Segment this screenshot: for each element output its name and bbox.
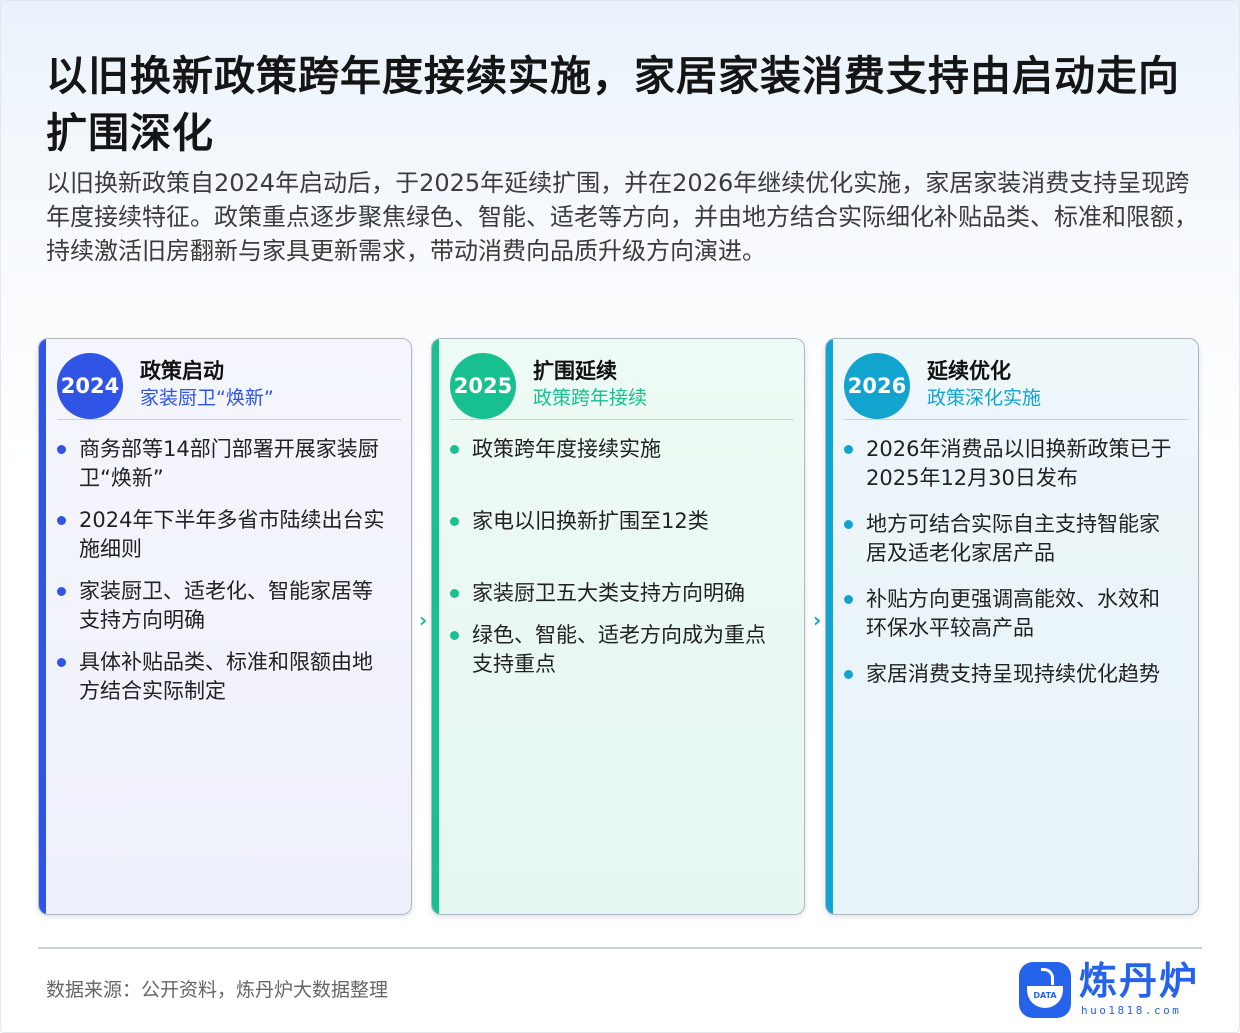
card-subtitle: 政策跨年接续 <box>533 387 648 409</box>
list-item-text: 商务部等14部门部署开展家装厨卫“焕新” <box>79 437 379 490</box>
list-item-text: 绿色、智能、适老方向成为重点支持重点 <box>472 623 766 676</box>
card-item-list: 商务部等14部门部署开展家装厨卫“焕新” 2024年下半年多省市陆续出台实施细则… <box>57 435 387 706</box>
card-subtitle: 家装厨卫“焕新” <box>140 387 274 409</box>
steam-icon <box>1041 968 1054 985</box>
bullet-dot-icon <box>57 445 66 454</box>
list-item-text: 补贴方向更强调高能效、水效和环保水平较高产品 <box>866 587 1160 640</box>
page-title: 以旧换新政策跨年度接续实施，家居家装消费支持由启动走向扩围深化 <box>46 52 1180 157</box>
card-header: 2026 延续优化 政策深化实施 <box>844 353 1188 420</box>
year-badge: 2025 <box>450 353 516 419</box>
bullet-dot-icon <box>844 445 853 454</box>
timeline-card-2025: 2025 扩围延续 政策跨年接续 政策跨年度接续实施 家电以旧换新扩围至12类 … <box>431 338 805 915</box>
chevron-right-icon: › <box>813 608 822 632</box>
logo-name: 炼丹炉 <box>1079 959 1200 1003</box>
card-header: 2025 扩围延续 政策跨年接续 <box>450 353 794 420</box>
card-item-list: 政策跨年度接续实施 家电以旧换新扩围至12类 家装厨卫五大类支持方向明确 绿色、… <box>450 435 780 679</box>
chevron-right-icon: › <box>419 608 428 632</box>
list-item: 2026年消费品以旧换新政策已于2025年12月30日发布 <box>844 435 1174 493</box>
timeline-card-2026: 2026 延续优化 政策深化实施 2026年消费品以旧换新政策已于2025年12… <box>825 338 1199 915</box>
bullet-dot-icon <box>450 631 459 640</box>
list-item-text: 家电以旧换新扩围至12类 <box>472 509 709 533</box>
list-item: 绿色、智能、适老方向成为重点支持重点 <box>450 621 780 679</box>
bullet-dot-icon <box>57 658 66 667</box>
source-note: 数据来源：公开资料，炼丹炉大数据整理 <box>46 979 389 1001</box>
card-header: 2024 政策启动 家装厨卫“焕新” <box>57 353 401 420</box>
list-item: 家居消费支持呈现持续优化趋势 <box>844 660 1174 689</box>
card-accent-bar <box>826 339 833 914</box>
list-item: 家电以旧换新扩围至12类 <box>450 507 780 536</box>
bullet-dot-icon <box>450 517 459 526</box>
list-item-text: 具体补贴品类、标准和限额由地方结合实际制定 <box>79 650 373 703</box>
list-item: 补贴方向更强调高能效、水效和环保水平较高产品 <box>844 585 1174 643</box>
brand-logo: DATA 炼丹炉 huo1818.com <box>1019 959 1209 1022</box>
timeline-card-2024: 2024 政策启动 家装厨卫“焕新” 商务部等14部门部署开展家装厨卫“焕新” … <box>38 338 412 915</box>
logo-badge: DATA <box>1027 986 1063 1008</box>
list-item-text: 家装厨卫、适老化、智能家居等支持方向明确 <box>79 579 373 632</box>
list-item: 家装厨卫五大类支持方向明确 <box>450 579 780 608</box>
card-accent-bar <box>432 339 439 914</box>
list-item: 政策跨年度接续实施 <box>450 435 780 464</box>
bullet-dot-icon <box>57 587 66 596</box>
bullet-dot-icon <box>450 445 459 454</box>
card-subtitle: 政策深化实施 <box>927 387 1042 409</box>
card-item-list: 2026年消费品以旧换新政策已于2025年12月30日发布 地方可结合实际自主支… <box>844 435 1174 689</box>
card-title: 政策启动 <box>140 359 224 383</box>
bullet-dot-icon <box>844 595 853 604</box>
bullet-dot-icon <box>844 520 853 529</box>
bullet-dot-icon <box>450 589 459 598</box>
list-item: 地方可结合实际自主支持智能家居及适老化家居产品 <box>844 510 1174 568</box>
list-item-text: 政策跨年度接续实施 <box>472 437 661 461</box>
bullet-dot-icon <box>57 516 66 525</box>
list-item: 2024年下半年多省市陆续出台实施细则 <box>57 506 387 564</box>
list-item-text: 2026年消费品以旧换新政策已于2025年12月30日发布 <box>866 437 1172 490</box>
list-item-text: 2024年下半年多省市陆续出台实施细则 <box>79 508 385 561</box>
card-title: 扩围延续 <box>533 359 617 383</box>
list-item: 商务部等14部门部署开展家装厨卫“焕新” <box>57 435 387 493</box>
logo-url: huo1818.com <box>1081 1004 1182 1017</box>
list-item-text: 家装厨卫五大类支持方向明确 <box>472 581 745 605</box>
year-badge: 2026 <box>844 353 910 419</box>
bullet-dot-icon <box>844 670 853 679</box>
card-accent-bar <box>39 339 46 914</box>
list-item-text: 家居消费支持呈现持续优化趋势 <box>866 662 1160 686</box>
year-badge: 2024 <box>57 353 123 419</box>
card-title: 延续优化 <box>927 359 1011 383</box>
cup-logo-icon: DATA <box>1019 962 1071 1018</box>
footer-divider <box>38 947 1202 949</box>
intro-paragraph: 以旧换新政策自2024年启动后，于2025年延续扩围，并在2026年继续优化实施… <box>46 169 1198 265</box>
list-item: 具体补贴品类、标准和限额由地方结合实际制定 <box>57 648 387 706</box>
list-item: 家装厨卫、适老化、智能家居等支持方向明确 <box>57 577 387 635</box>
list-item-text: 地方可结合实际自主支持智能家居及适老化家居产品 <box>866 512 1160 565</box>
